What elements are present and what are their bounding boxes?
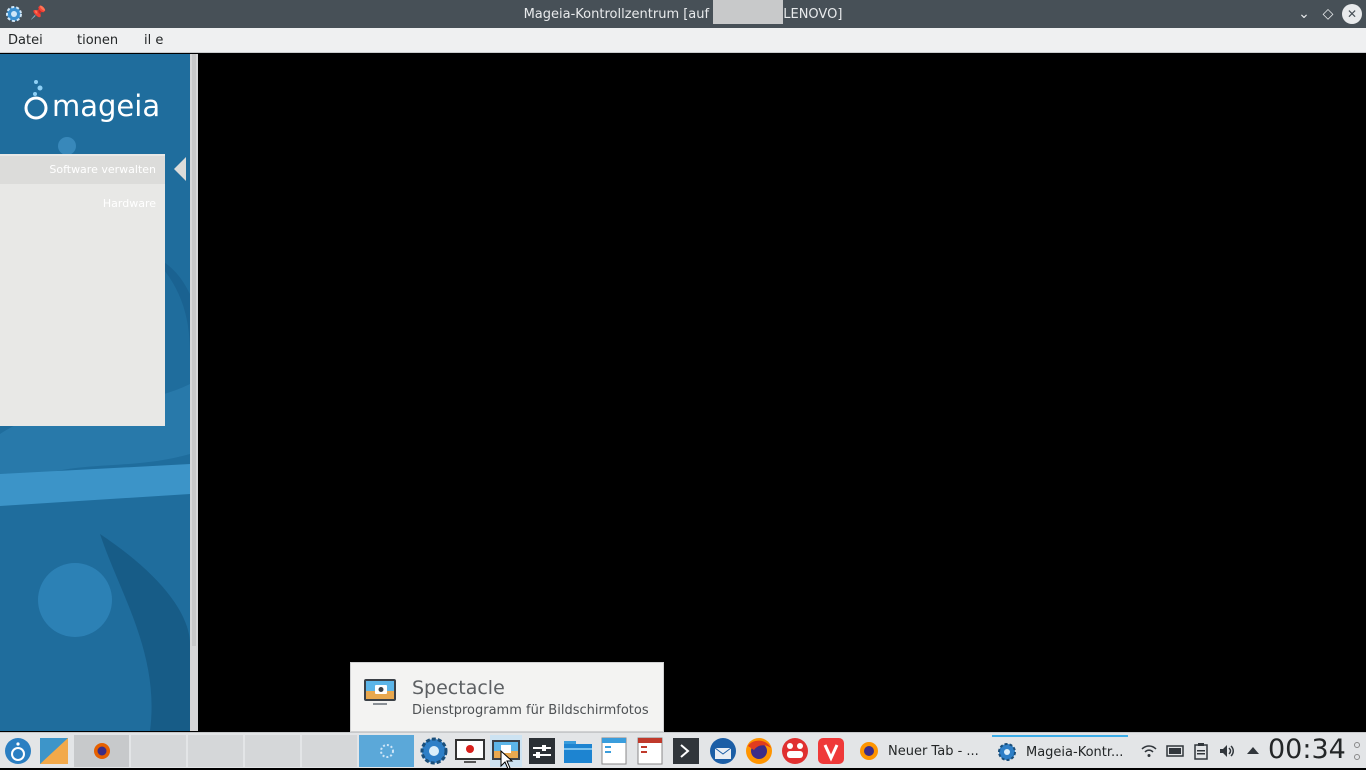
wifi-icon[interactable] [1140, 742, 1158, 760]
menu-help[interactable]: il e [144, 33, 163, 48]
text-editor-icon[interactable] [634, 735, 666, 767]
application-launcher-icon[interactable] [2, 735, 34, 767]
maximize-diamond-icon[interactable]: ◇ [1318, 4, 1338, 24]
mageia-control-center-launcher-icon[interactable] [418, 735, 450, 767]
pager-desktop-2[interactable] [131, 735, 186, 767]
clipboard-icon[interactable] [1192, 742, 1210, 760]
thunderbird-icon[interactable] [706, 735, 740, 767]
mouse-cursor-icon [500, 750, 514, 770]
task-mageia-control-center[interactable]: Mageia-Kontr... [992, 735, 1128, 767]
volume-icon[interactable] [1218, 742, 1236, 760]
window-title: Mageia-Kontrollzentrum [auf LENOVO] [0, 0, 1366, 24]
firefox-icon [860, 742, 878, 760]
menu-bar: Datei tionen il e [0, 28, 1366, 53]
taskbar: Neuer Tab - ... Mageia-Kontr... 00:34 [0, 732, 1366, 768]
pager-desktop-1[interactable] [74, 735, 129, 767]
terminal-icon[interactable] [670, 735, 702, 767]
document-viewer-icon[interactable] [598, 735, 630, 767]
sidebar: mageia Software verwalten Hardware [0, 54, 190, 731]
main-content-area [198, 54, 1366, 731]
title-bar: 📌 Mageia-Kontrollzentrum [auf LENOVO] ⌄ … [0, 0, 1366, 28]
vivaldi-icon[interactable] [814, 735, 848, 767]
pager-desktop-4[interactable] [245, 735, 300, 767]
mageia-control-center-icon [998, 743, 1016, 761]
system-settings-icon[interactable] [526, 735, 558, 767]
firefox-small-icon [93, 743, 110, 759]
video-recorder-icon[interactable] [454, 735, 486, 767]
battery-icon[interactable] [1166, 742, 1184, 760]
mageia-logo: mageia [24, 80, 160, 123]
panel-options-icon[interactable] [1352, 741, 1362, 761]
firefox-icon[interactable] [742, 735, 776, 767]
task-firefox-new-tab[interactable]: Neuer Tab - ... [852, 735, 988, 767]
menu-options[interactable]: tionen [77, 33, 118, 48]
category-panel: Software verwalten Hardware [0, 154, 165, 426]
pager-desktop-6[interactable] [359, 735, 414, 767]
file-manager-icon[interactable] [562, 735, 594, 767]
minimize-chevron-icon[interactable]: ⌄ [1294, 4, 1314, 24]
tooltip-description: Dienstprogramm für Bildschirmfotos [412, 703, 649, 718]
logo-wordmark: mageia [52, 89, 160, 123]
game-launcher-icon[interactable] [778, 735, 812, 767]
expand-tray-arrow-icon[interactable] [1244, 742, 1262, 760]
spectacle-icon [364, 679, 396, 705]
tooltip-app-name: Spectacle [412, 677, 505, 699]
menu-file[interactable]: Datei [8, 33, 43, 48]
redacted-hostname [713, 0, 784, 24]
kde-connect-icon[interactable] [38, 735, 70, 767]
pane-splitter[interactable] [190, 54, 198, 731]
close-icon[interactable]: ✕ [1342, 4, 1362, 24]
pager-desktop-5[interactable] [302, 735, 357, 767]
category-hardware[interactable]: Hardware [0, 190, 165, 218]
taskbar-tooltip: Spectacle Dienstprogramm für Bildschirmf… [350, 662, 664, 732]
category-software-management[interactable]: Software verwalten [0, 156, 165, 184]
clock[interactable]: 00:34 [1268, 734, 1346, 765]
selection-arrow-icon [174, 157, 186, 181]
pager-desktop-3[interactable] [188, 735, 243, 767]
